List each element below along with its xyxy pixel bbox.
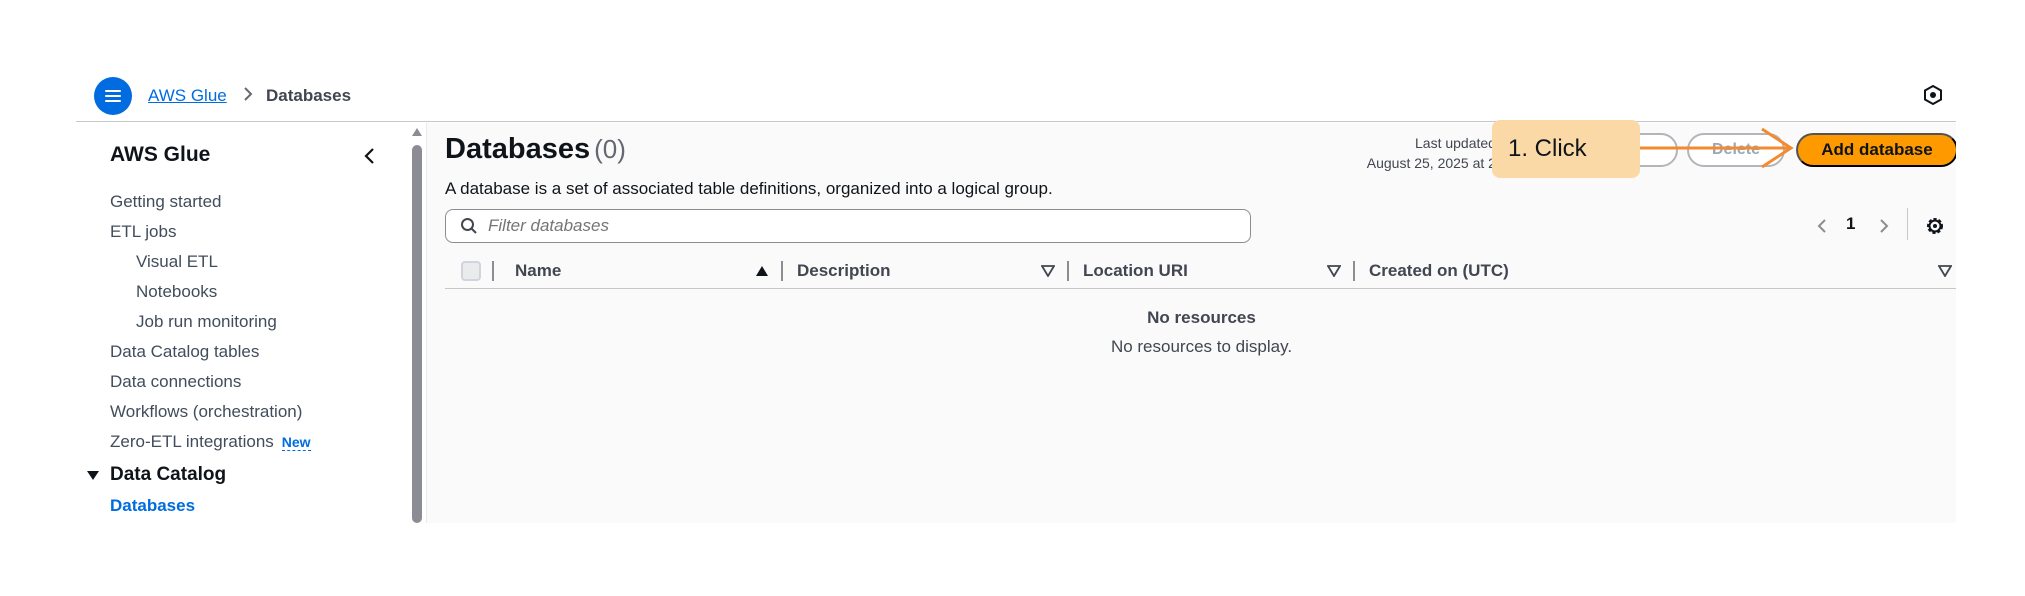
column-header-created-on[interactable]: Created on (UTC) (1369, 261, 1509, 281)
nav-section-label: Data Catalog (110, 464, 227, 485)
table-header: Name Description Location URI Created on… (445, 253, 1956, 289)
annotation-arrow-icon (1640, 127, 1794, 169)
sidebar-item-workflows[interactable]: Workflows (orchestration) (110, 402, 302, 422)
search-icon (461, 218, 477, 234)
sidebar-item-data-connections[interactable]: Data connections (110, 372, 241, 392)
sidebar-item-data-catalog-tables[interactable]: Data Catalog tables (110, 342, 259, 362)
previous-page-icon[interactable] (1814, 217, 1832, 235)
new-badge: New (281, 434, 311, 451)
help-panel-icon[interactable] (1922, 84, 1944, 106)
annotation-callout: 1. Click (1492, 120, 1640, 178)
breadcrumb-service-link[interactable]: AWS Glue (148, 86, 227, 106)
page-title-text: Databases (445, 133, 591, 165)
side-navigation: AWS Glue Getting started ETL jobs Visual… (76, 123, 409, 523)
chevron-right-icon (244, 87, 253, 101)
sort-icon[interactable] (1041, 265, 1055, 277)
column-divider[interactable] (781, 261, 783, 281)
caret-down-icon (87, 471, 99, 480)
sort-icon[interactable] (1938, 265, 1952, 277)
menu-button[interactable] (94, 77, 132, 115)
hamburger-icon (105, 90, 121, 102)
column-divider (492, 261, 494, 281)
resource-count: (0) (594, 134, 626, 164)
breadcrumb-current: Databases (266, 86, 352, 105)
column-header-description[interactable]: Description (797, 261, 891, 281)
sidebar-item-databases[interactable]: Databases (110, 496, 195, 516)
last-updated: Last updated August 25, 2025 at 2 (1351, 133, 1496, 173)
page-title: Databases (0) (445, 133, 626, 166)
last-updated-label: Last updated (1415, 135, 1496, 151)
page-description: A database is a set of associated table … (445, 179, 1053, 198)
scroll-thumb[interactable] (412, 145, 422, 523)
sidebar-item-zero-etl[interactable]: Zero-ETL integrations New (110, 432, 311, 452)
empty-state-title: No resources (1147, 308, 1256, 327)
filter-box[interactable] (445, 209, 1251, 243)
column-divider[interactable] (1353, 261, 1355, 281)
sidebar-item-etl-jobs[interactable]: ETL jobs (110, 222, 176, 242)
sidebar-item-notebooks[interactable]: Notebooks (136, 282, 217, 302)
current-page-number[interactable]: 1 (1846, 214, 1855, 234)
sidebar-item-visual-etl[interactable]: Visual ETL (136, 252, 218, 272)
add-database-button[interactable]: Add database (1796, 133, 1956, 167)
last-updated-value: August 25, 2025 at 2 (1366, 155, 1496, 171)
filter-databases-input[interactable] (488, 216, 1228, 236)
nav-section-data-catalog[interactable]: Data Catalog (86, 464, 226, 486)
sort-icon[interactable] (1327, 265, 1341, 277)
collapse-nav-icon[interactable] (359, 145, 381, 167)
select-all-checkbox[interactable] (461, 261, 481, 281)
sort-ascending-icon[interactable] (755, 265, 769, 277)
gear-icon[interactable] (1924, 215, 1946, 237)
column-header-location-uri[interactable]: Location URI (1083, 261, 1188, 281)
main-content: Databases (0) A database is a set of asso… (426, 123, 1956, 523)
breadcrumb-bar: AWS Glue Databases (76, 72, 1956, 122)
scroll-up-icon[interactable] (411, 127, 423, 137)
column-divider[interactable] (1067, 261, 1069, 281)
column-header-name[interactable]: Name (515, 261, 561, 281)
sidebar-item-job-run-monitoring[interactable]: Job run monitoring (136, 312, 277, 332)
sidebar-item-label: Zero-ETL integrations (110, 432, 274, 451)
next-page-icon[interactable] (1874, 217, 1892, 235)
empty-state-message: No resources to display. (1110, 337, 1293, 356)
nav-scrollbar[interactable] (409, 123, 425, 523)
pagination-divider (1907, 208, 1908, 240)
sidebar-item-getting-started[interactable]: Getting started (110, 192, 222, 212)
nav-title: AWS Glue (110, 143, 211, 166)
